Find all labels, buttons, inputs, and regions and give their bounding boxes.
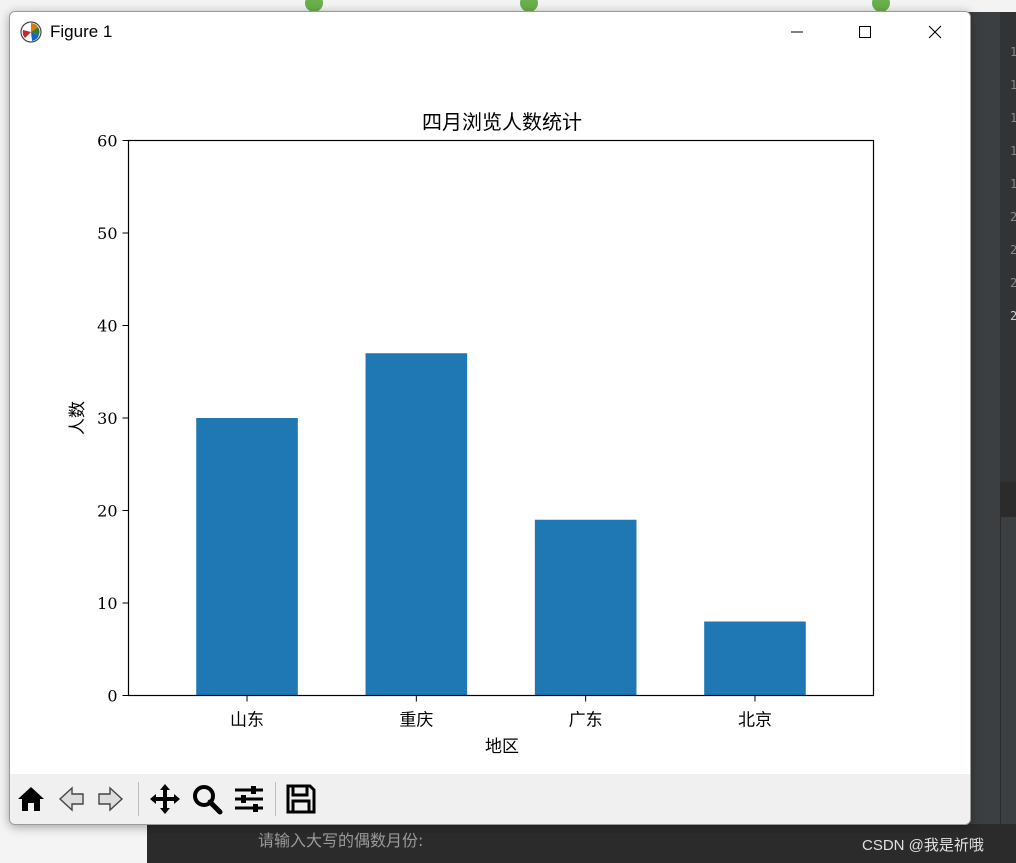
bar-2: [534, 519, 637, 696]
minimize-icon: [791, 31, 803, 33]
background-editor: 1 1 1 1 1 2 2 2 2: [970, 12, 1016, 863]
configure-subplots-button[interactable]: [232, 782, 266, 816]
save-icon: [286, 784, 316, 814]
line-number: 2: [1010, 276, 1016, 290]
y-tick-label: 20: [97, 502, 117, 521]
line-number: 1: [1010, 144, 1016, 158]
watermark: CSDN @我是祈哦: [862, 837, 984, 854]
maximize-icon: [859, 26, 871, 38]
navigation-toolbar: [10, 774, 970, 824]
home-icon: [18, 787, 44, 811]
bar-1: [365, 353, 468, 696]
line-number: 1: [1010, 45, 1016, 59]
y-tick-label: 40: [97, 317, 117, 336]
y-tick-label: 0: [107, 687, 117, 706]
zoom-button[interactable]: [190, 782, 224, 816]
y-tick-label: 10: [97, 594, 117, 613]
maximize-button[interactable]: [842, 12, 888, 52]
close-icon: [928, 25, 942, 39]
save-button[interactable]: [284, 782, 318, 816]
line-number: 1: [1010, 177, 1016, 191]
y-tick-label: 50: [97, 224, 117, 243]
pan-button[interactable]: [148, 782, 182, 816]
x-axis-label: 地区: [485, 737, 519, 757]
bar-0: [196, 418, 298, 696]
editor-sidebar: [970, 12, 1001, 863]
chart-title: 四月浏览人数统计: [422, 110, 582, 134]
x-tick-label: 山东: [230, 711, 264, 731]
home-button[interactable]: [14, 782, 48, 816]
figure-window: Figure 1 四月浏览人数统计 0 10 20 30 40 50 60 山东 重庆 广东 北京…: [9, 11, 971, 825]
close-button[interactable]: [912, 12, 958, 52]
plot-canvas[interactable]: 四月浏览人数统计 0 10 20 30 40 50 60 山东 重庆 广东 北京 地区 人数: [10, 52, 970, 774]
run-panel: [1001, 517, 1016, 863]
bar-3: [704, 621, 806, 696]
y-tick-label: 30: [97, 409, 117, 428]
toolbar-separator: [138, 782, 139, 816]
console-prompt: 请输入大写的偶数月份:: [258, 831, 424, 850]
matplotlib-icon: [20, 21, 42, 43]
line-number: 1: [1010, 111, 1016, 125]
toolbar-separator: [275, 782, 276, 816]
y-axis-label: 人数: [68, 401, 88, 435]
zoom-icon: [193, 785, 223, 815]
y-tick-label: 60: [97, 132, 117, 151]
forward-button[interactable]: [94, 782, 128, 816]
minimize-button[interactable]: [774, 12, 820, 52]
x-tick-label: 广东: [569, 711, 603, 731]
line-number: 2: [1010, 210, 1016, 224]
back-button[interactable]: [54, 782, 88, 816]
back-icon: [58, 786, 84, 812]
window-title: Figure 1: [50, 22, 113, 41]
title-bar[interactable]: Figure 1: [10, 12, 970, 52]
x-tick-label: 重庆: [399, 711, 433, 731]
line-number: 2: [1010, 243, 1016, 257]
forward-icon: [98, 786, 124, 812]
pan-icon: [150, 784, 180, 814]
line-number: 2: [1010, 309, 1016, 323]
x-tick-label: 北京: [738, 711, 772, 731]
line-number: 1: [1010, 78, 1016, 92]
background-left-lower-panel: [12, 820, 147, 863]
configure-subplots-icon: [235, 786, 263, 812]
